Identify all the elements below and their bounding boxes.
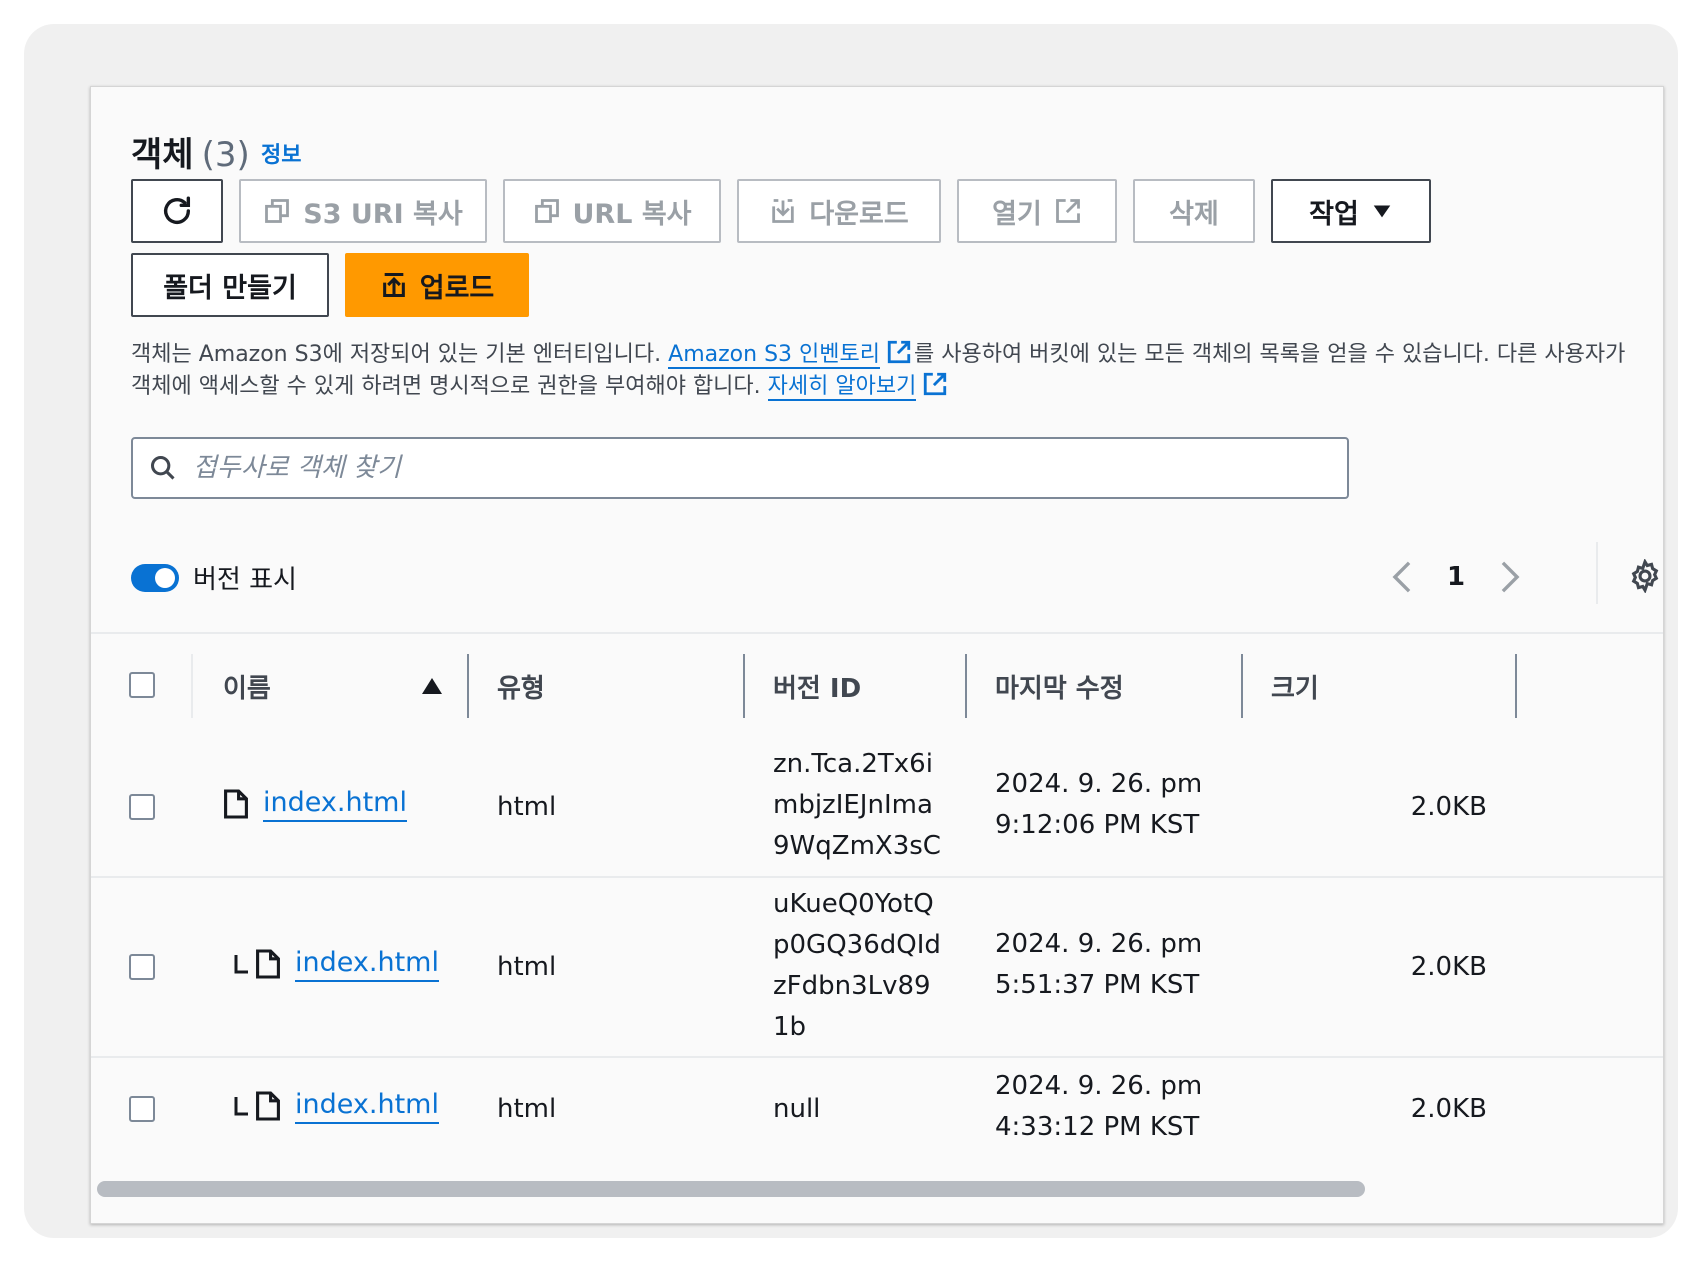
upload-icon xyxy=(382,272,405,298)
actions-dropdown[interactable]: 작업 xyxy=(1271,179,1431,243)
download-button[interactable]: 다운로드 xyxy=(737,179,941,243)
external-link-icon xyxy=(887,340,911,364)
delete-button[interactable]: 삭제 xyxy=(1133,179,1255,243)
page-background: 객체 (3) 정보 S3 URI 복사 URL 복사 다운로드 열기 삭제 작업… xyxy=(24,24,1678,1238)
show-versions-toggle-row: 버전 표시 xyxy=(131,559,297,596)
object-count: (3) xyxy=(201,135,250,175)
search-input[interactable] xyxy=(191,452,1315,484)
column-divider xyxy=(191,654,193,718)
object-name-cell: index.html xyxy=(223,786,407,822)
table-header: 이름 유형 버전 ID 마지막 수정 크기 xyxy=(91,632,1663,740)
column-header-size[interactable]: 크기 xyxy=(1271,634,1319,738)
copy-url-button[interactable]: URL 복사 xyxy=(503,179,721,243)
file-icon xyxy=(256,949,280,979)
show-versions-toggle[interactable] xyxy=(131,563,179,592)
table-row: index.html html uKueQ0YotQp0GQ36dQIdzFdb… xyxy=(91,878,1663,1058)
column-header-last-modified[interactable]: 마지막 수정 xyxy=(995,634,1124,738)
gear-icon[interactable] xyxy=(1628,559,1662,593)
column-resize-handle[interactable] xyxy=(1241,654,1243,718)
column-resize-handle[interactable] xyxy=(467,654,469,718)
file-icon xyxy=(256,1091,280,1121)
type-cell: html xyxy=(497,792,557,822)
object-link[interactable]: index.html xyxy=(295,1088,439,1124)
external-link-icon xyxy=(1055,199,1080,223)
version-branch-icon xyxy=(234,955,248,974)
description-text: 객체는 Amazon S3에 저장되어 있는 기본 엔터티입니다. Amazon… xyxy=(131,339,1631,403)
type-cell: html xyxy=(497,1094,557,1124)
object-link[interactable]: index.html xyxy=(295,946,439,982)
external-link-icon xyxy=(924,372,947,396)
column-resize-handle[interactable] xyxy=(965,654,967,718)
caret-down-icon xyxy=(1373,205,1391,218)
inventory-link[interactable]: Amazon S3 인벤토리 xyxy=(668,342,880,369)
refresh-button[interactable] xyxy=(131,179,223,243)
column-resize-handle[interactable] xyxy=(1515,654,1517,718)
pagination-divider xyxy=(1596,542,1598,604)
horizontal-scrollbar[interactable] xyxy=(97,1181,1365,1197)
size-cell: 2.0KB xyxy=(1410,952,1487,982)
object-name-cell: index.html xyxy=(233,946,439,982)
show-versions-label: 버전 표시 xyxy=(193,565,297,595)
object-link[interactable]: index.html xyxy=(263,786,407,822)
version-id-cell: null xyxy=(773,1094,821,1124)
column-resize-handle[interactable] xyxy=(743,654,745,718)
size-cell: 2.0KB xyxy=(1410,1094,1487,1124)
search-box xyxy=(131,437,1349,499)
version-branch-icon xyxy=(234,1097,248,1116)
refresh-icon xyxy=(163,196,191,224)
row-checkbox[interactable] xyxy=(129,1096,155,1122)
current-page[interactable]: 1 xyxy=(1447,562,1465,592)
objects-panel: 객체 (3) 정보 S3 URI 복사 URL 복사 다운로드 열기 삭제 작업… xyxy=(90,86,1664,1224)
column-header-name[interactable]: 이름 xyxy=(223,634,271,738)
size-cell: 2.0KB xyxy=(1410,792,1487,822)
row-checkbox[interactable] xyxy=(129,794,155,820)
version-id-cell: zn.Tca.2Tx6imbjzIEJnIma9WqZmX3sC xyxy=(773,749,941,861)
row-checkbox[interactable] xyxy=(129,954,155,980)
table-row: index.html html zn.Tca.2Tx6imbjzIEJnIma9… xyxy=(91,738,1663,878)
page-title: 객체 (3) xyxy=(131,135,250,175)
last-modified-cell: 2024. 9. 26. pm 5:51:37 PM KST xyxy=(995,929,1203,1000)
upload-button[interactable]: 업로드 xyxy=(345,253,529,317)
last-modified-cell: 2024. 9. 26. pm 9:12:06 PM KST xyxy=(995,769,1203,840)
select-all-checkbox[interactable] xyxy=(129,672,155,698)
info-link[interactable]: 정보 xyxy=(261,137,301,169)
copy-s3-uri-button[interactable]: S3 URI 복사 xyxy=(239,179,487,243)
open-button[interactable]: 열기 xyxy=(957,179,1117,243)
table-row: index.html html null 2024. 9. 26. pm 4:33… xyxy=(91,1058,1663,1178)
create-folder-button[interactable]: 폴더 만들기 xyxy=(131,253,329,317)
chevron-left-icon[interactable] xyxy=(1391,560,1413,594)
pagination: 1 xyxy=(1391,547,1521,607)
learn-more-link[interactable]: 자세히 알아보기 xyxy=(767,374,917,401)
chevron-right-icon[interactable] xyxy=(1499,560,1521,594)
last-modified-cell: 2024. 9. 26. pm 4:33:12 PM KST xyxy=(995,1071,1203,1142)
column-header-version-id[interactable]: 버전 ID xyxy=(773,634,861,738)
sort-up-icon[interactable] xyxy=(421,676,443,696)
search-icon xyxy=(150,455,175,480)
file-icon xyxy=(224,789,248,819)
version-id-cell: uKueQ0YotQp0GQ36dQIdzFdbn3Lv891b xyxy=(773,889,941,1042)
download-icon xyxy=(772,199,795,223)
column-header-type[interactable]: 유형 xyxy=(497,634,545,738)
copy-icon xyxy=(265,199,290,223)
object-name-cell: index.html xyxy=(233,1088,439,1124)
copy-icon xyxy=(534,199,559,223)
type-cell: html xyxy=(497,952,557,982)
